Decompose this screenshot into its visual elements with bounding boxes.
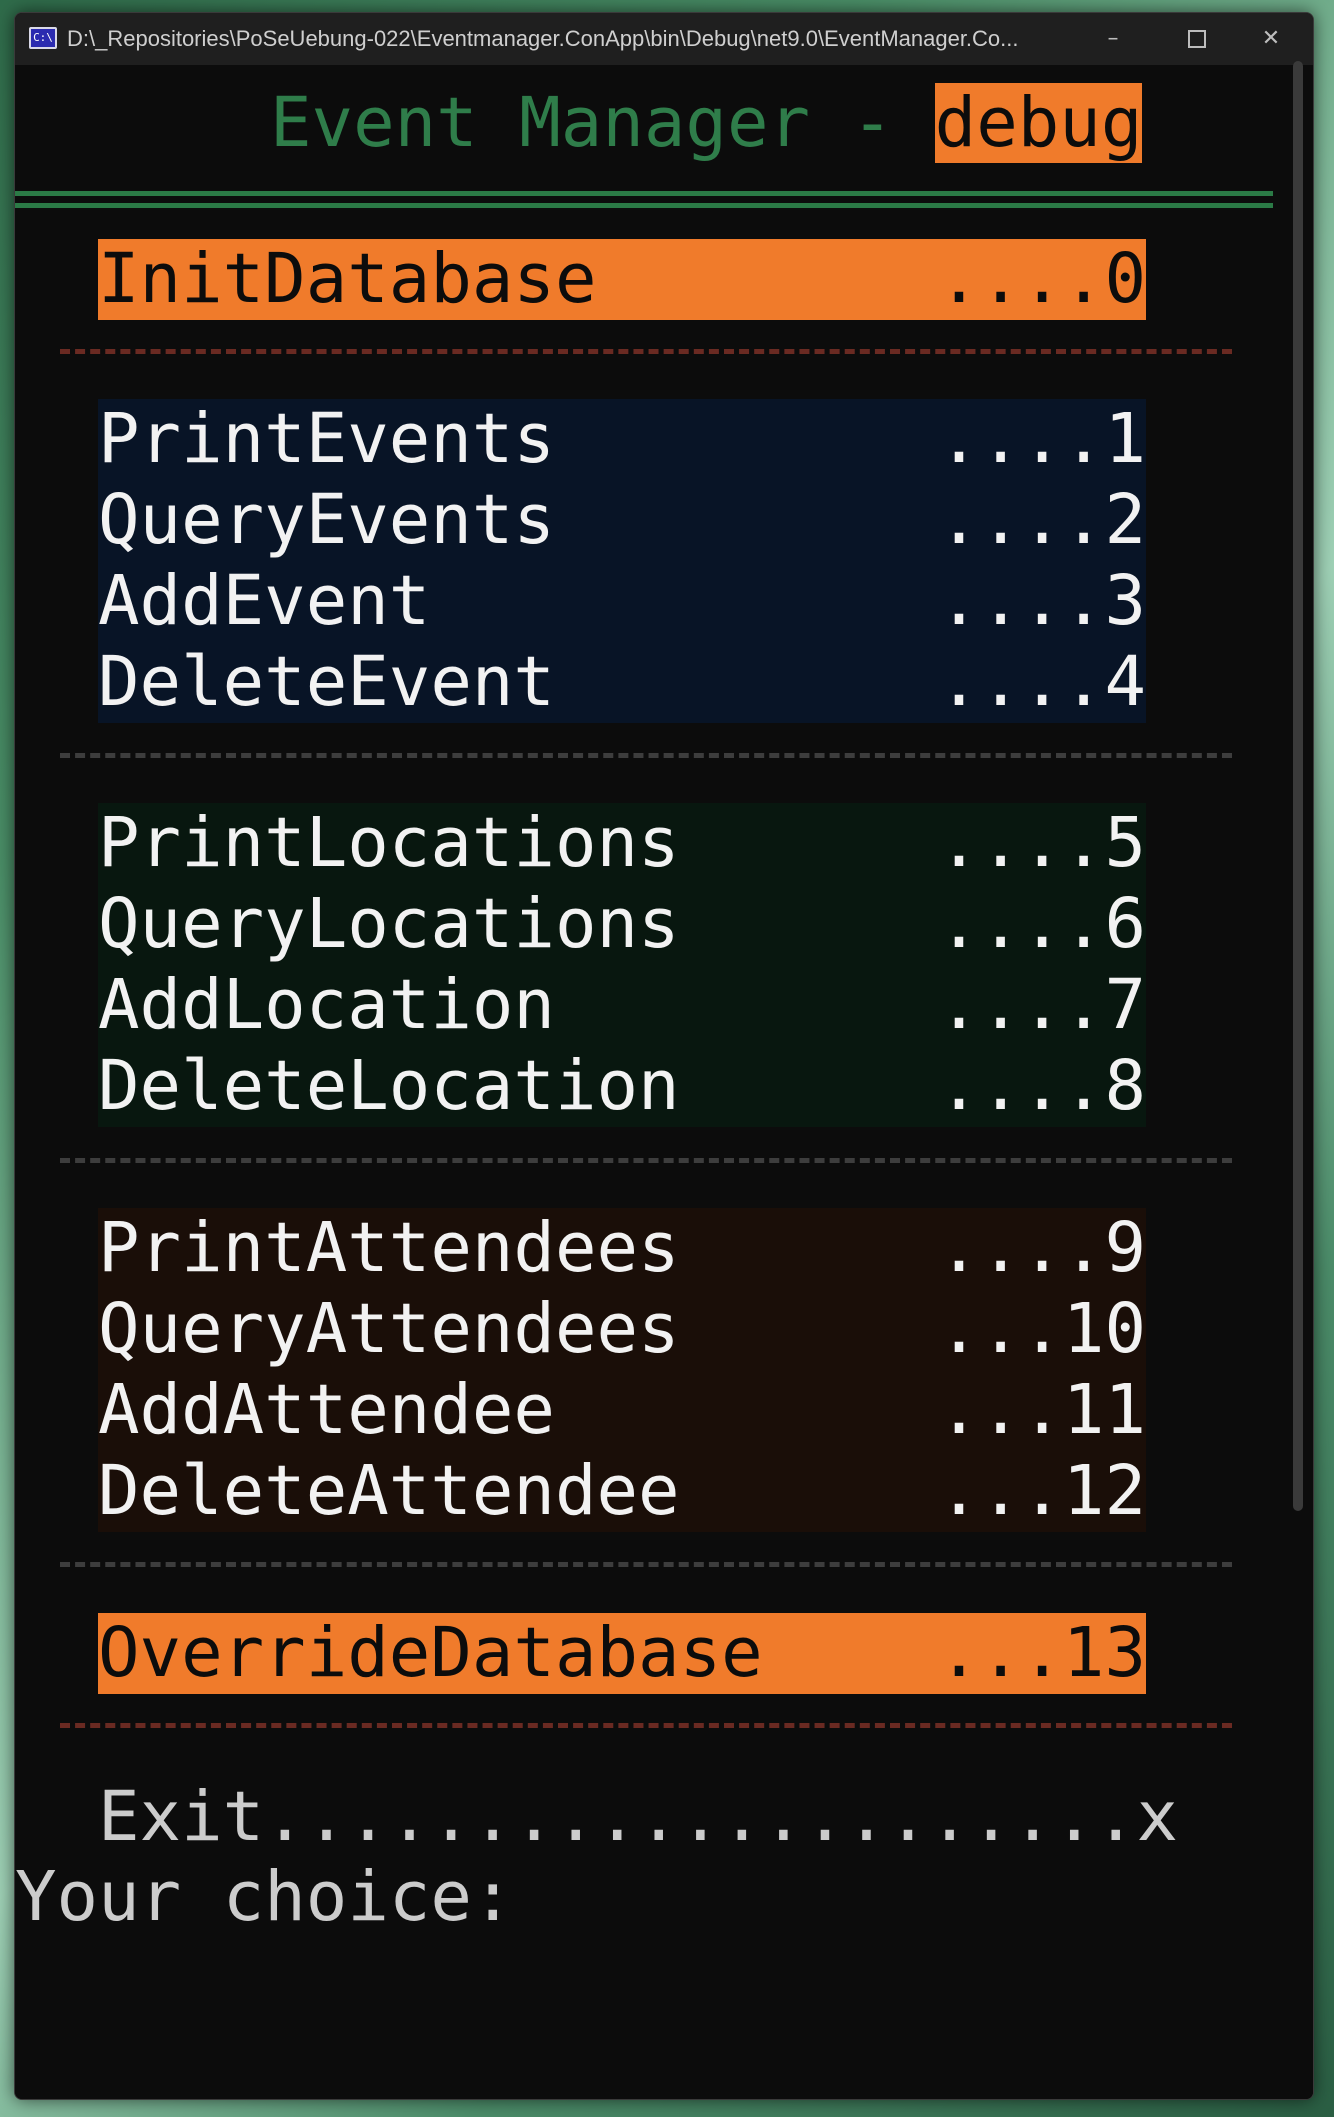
menu-item-number: ....6: [938, 884, 1146, 964]
app-header: Event Manager - debug: [270, 83, 1143, 163]
menu-item-label: QueryAttendees: [98, 1289, 680, 1369]
menu-item-label: PrintEvents: [98, 399, 555, 479]
menu-item-number: ...12: [938, 1451, 1146, 1531]
maximize-icon: [1188, 30, 1206, 48]
close-button[interactable]: ✕: [1229, 13, 1313, 65]
vertical-scrollbar[interactable]: [1293, 61, 1303, 1511]
app-title: Event Manager -: [270, 83, 935, 163]
events-section: PrintEvents ....1 QueryEvents ....2 AddE…: [98, 399, 1146, 723]
console-window: C:\ D:\_Repositories\PoSeUebung-022\Even…: [14, 12, 1314, 2100]
menu-item-add-attendee[interactable]: AddAttendee ...11: [98, 1370, 1146, 1451]
maximize-button[interactable]: [1155, 13, 1239, 65]
attendees-section: PrintAttendees ....9 QueryAttendees ...1…: [98, 1208, 1146, 1532]
menu-item-label: QueryLocations: [98, 884, 680, 964]
section-divider: [60, 349, 1232, 354]
menu-item-label: DeleteAttendee: [98, 1451, 680, 1531]
console-output[interactable]: Event Manager - debug InitDatabase ....0…: [15, 65, 1313, 2099]
menu-item-label: DeleteLocation: [98, 1046, 680, 1126]
menu-item-override-database[interactable]: OverrideDatabase ...13: [98, 1613, 1146, 1694]
console-app-icon[interactable]: C:\: [29, 27, 57, 49]
menu-item-number: ....4: [938, 642, 1146, 722]
menu-item-label: DeleteEvent: [98, 642, 555, 722]
menu-item-label: QueryEvents: [98, 480, 555, 560]
menu-item-number: ....5: [938, 803, 1146, 883]
menu-item-print-attendees[interactable]: PrintAttendees ....9: [98, 1208, 1146, 1289]
section-divider: [60, 1562, 1232, 1567]
menu-item-print-events[interactable]: PrintEvents ....1: [98, 399, 1146, 480]
menu-item-number: ...11: [938, 1370, 1146, 1450]
section-divider: [60, 753, 1232, 758]
locations-section: PrintLocations ....5 QueryLocations ....…: [98, 803, 1146, 1127]
menu-item-label: OverrideDatabase: [98, 1613, 763, 1693]
menu-item-label: AddEvent: [98, 561, 431, 641]
title-bar[interactable]: C:\ D:\_Repositories\PoSeUebung-022\Even…: [15, 13, 1313, 65]
choice-prompt[interactable]: Your choice:: [15, 1857, 514, 1937]
menu-item-number: ...10: [938, 1289, 1146, 1369]
menu-item-init-database[interactable]: InitDatabase ....0: [98, 239, 1146, 320]
menu-item-delete-attendee[interactable]: DeleteAttendee ...12: [98, 1451, 1146, 1532]
menu-item-number: ....0: [938, 239, 1146, 319]
menu-item-label: PrintAttendees: [98, 1208, 680, 1288]
menu-item-query-locations[interactable]: QueryLocations ....6: [98, 884, 1146, 965]
menu-item-add-event[interactable]: AddEvent ....3: [98, 561, 1146, 642]
menu-item-query-events[interactable]: QueryEvents ....2: [98, 480, 1146, 561]
menu-item-label: PrintLocations: [98, 803, 680, 883]
menu-item-number: ....2: [938, 480, 1146, 560]
menu-item-delete-location[interactable]: DeleteLocation ....8: [98, 1046, 1146, 1127]
menu-item-label: InitDatabase: [98, 239, 597, 319]
minimize-button[interactable]: –: [1071, 13, 1155, 65]
menu-item-label: AddAttendee: [98, 1370, 555, 1450]
override-section: OverrideDatabase ...13: [98, 1613, 1146, 1694]
menu-item-label: AddLocation: [98, 965, 555, 1045]
menu-item-number: ....8: [938, 1046, 1146, 1126]
menu-item-add-location[interactable]: AddLocation ....7: [98, 965, 1146, 1046]
menu-item-print-locations[interactable]: PrintLocations ....5: [98, 803, 1146, 884]
init-section: InitDatabase ....0: [98, 239, 1146, 320]
menu-item-number: ....3: [938, 561, 1146, 641]
window-title: D:\_Repositories\PoSeUebung-022\Eventman…: [67, 26, 1019, 51]
debug-badge: debug: [934, 83, 1143, 163]
menu-item-query-attendees[interactable]: QueryAttendees ...10: [98, 1289, 1146, 1370]
menu-item-number: ...13: [938, 1613, 1146, 1693]
section-divider: [60, 1158, 1232, 1163]
menu-item-exit[interactable]: Exit.....................x: [98, 1777, 1178, 1857]
header-divider-bottom: [15, 203, 1273, 208]
menu-item-number: ....1: [938, 399, 1146, 479]
menu-item-number: ....7: [938, 965, 1146, 1045]
header-divider-top: [15, 191, 1273, 196]
menu-item-delete-event[interactable]: DeleteEvent ....4: [98, 642, 1146, 723]
section-divider: [60, 1723, 1232, 1728]
menu-item-number: ....9: [938, 1208, 1146, 1288]
